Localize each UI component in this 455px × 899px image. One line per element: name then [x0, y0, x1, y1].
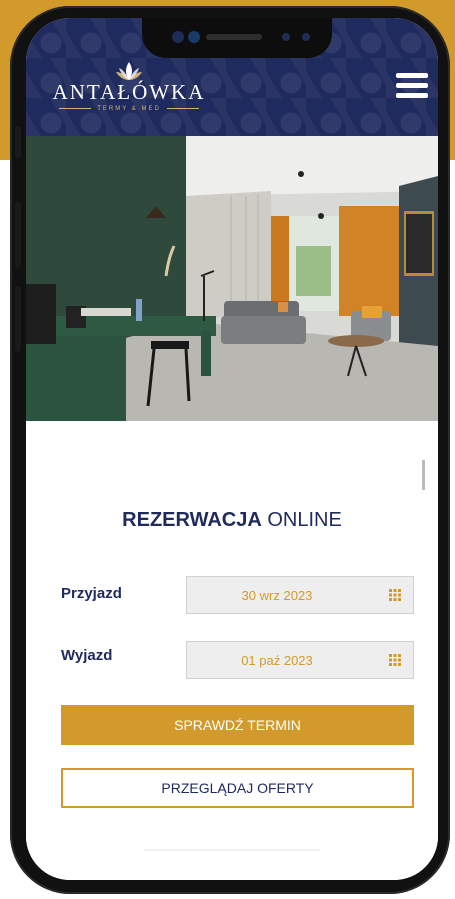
booking-title-light: ONLINE	[267, 509, 342, 531]
hamburger-menu-icon[interactable]	[396, 73, 428, 99]
ambient-sensor-icon	[302, 33, 310, 41]
arrival-label: Przyjazd	[61, 585, 122, 602]
brand-logo[interactable]: ANTAŁÓWKA TERMY & MED	[44, 60, 214, 120]
hotel-room-photo	[26, 136, 438, 421]
departure-label: Wyjazd	[61, 647, 113, 664]
phone-silent-switch	[15, 126, 21, 158]
booking-section: REZERWACJA ONLINE Przyjazd 30 wrz 2023 W…	[26, 421, 438, 880]
check-availability-button[interactable]: SPRAWDŹ TERMIN	[61, 705, 414, 745]
booking-title-bold: REZERWACJA	[122, 509, 262, 531]
phone-volume-up	[15, 202, 21, 268]
arrival-date-field[interactable]: 30 wrz 2023	[186, 576, 414, 614]
brand-tagline: TERMY & MED	[44, 106, 214, 112]
booking-title: REZERWACJA ONLINE	[26, 509, 438, 532]
browse-offers-button[interactable]: PRZEGLĄDAJ OFERTY	[61, 768, 414, 808]
calendar-grid-icon[interactable]	[389, 654, 401, 666]
calendar-grid-icon[interactable]	[389, 589, 401, 601]
departure-date-field[interactable]: 01 paź 2023	[186, 641, 414, 679]
lotus-logo-icon	[116, 62, 142, 80]
phone-volume-down	[15, 286, 21, 352]
front-camera-icon	[172, 31, 184, 43]
scrollbar-thumb[interactable]	[422, 460, 425, 490]
brand-name: ANTAŁÓWKA	[52, 80, 206, 104]
phone-notch	[142, 18, 332, 58]
phone-screen: ANTAŁÓWKA TERMY & MED REZERWACJA ONLINE …	[26, 18, 438, 880]
earpiece-speaker	[206, 34, 262, 40]
page-divider	[144, 849, 320, 851]
proximity-sensor-icon	[282, 33, 290, 41]
arrival-date-value: 30 wrz 2023	[241, 588, 313, 603]
departure-date-value: 01 paź 2023	[241, 653, 313, 668]
sensor-icon	[188, 31, 200, 43]
